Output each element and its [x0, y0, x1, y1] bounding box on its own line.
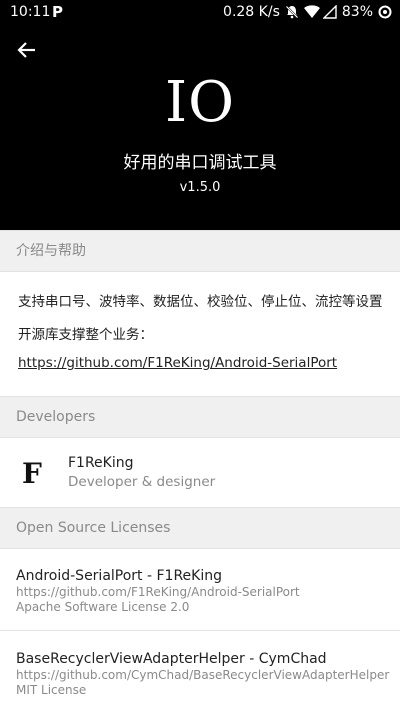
back-button[interactable]	[14, 37, 40, 63]
network-speed: 0.28 K/s	[223, 4, 280, 20]
license-url: https://github.com/CymChad/BaseRecyclerV…	[16, 668, 390, 682]
license-title: BaseRecyclerViewAdapterHelper - CymChad	[16, 651, 327, 667]
battery-saver-icon	[378, 5, 392, 19]
header: 10:11 P 0.28 K/s 83% IO 好用的串口调试工具 v1.5.0	[0, 0, 400, 230]
repo-link[interactable]: https://github.com/F1ReKing/Android-Seri…	[18, 355, 337, 371]
arrow-left-icon	[17, 42, 35, 58]
status-bar: 10:11 P 0.28 K/s 83%	[0, 0, 400, 26]
license-url: https://github.com/F1ReKing/Android-Seri…	[16, 585, 300, 599]
battery-percent: 83%	[341, 4, 373, 20]
status-time: 10:11	[10, 4, 51, 20]
license-type: Apache Software License 2.0	[16, 600, 190, 614]
developer-name: F1ReKing	[68, 455, 134, 471]
bell-off-icon	[285, 5, 299, 19]
app-logo: IO	[164, 70, 236, 135]
developer-logo: F	[22, 457, 42, 490]
section-header-developers: Developers	[0, 396, 400, 438]
developer-role: Developer & designer	[68, 474, 216, 490]
app-title: 好用的串口调试工具	[123, 153, 277, 173]
parking-app-icon: P	[52, 3, 63, 21]
section-header-licenses: Open Source Licenses	[0, 507, 400, 549]
app-version: v1.5.0	[179, 180, 221, 195]
signal-icon	[322, 4, 337, 19]
license-type: MIT License	[16, 683, 87, 697]
license-item[interactable]: BaseRecyclerViewAdapterHelper - CymChad …	[0, 650, 400, 698]
divider	[0, 630, 400, 631]
status-right-group: 0.28 K/s 83%	[223, 4, 392, 20]
intro-library-note: 开源库支撑整个业务：	[18, 327, 153, 343]
section-header-intro: 介绍与帮助	[0, 230, 400, 272]
license-title: Android-SerialPort - F1ReKing	[16, 568, 223, 584]
license-item[interactable]: Android-SerialPort - F1ReKing https://gi…	[0, 567, 400, 615]
wifi-icon	[303, 5, 320, 19]
intro-description: 支持串口号、波特率、数据位、校验位、停止位、流控等设置	[18, 294, 383, 310]
